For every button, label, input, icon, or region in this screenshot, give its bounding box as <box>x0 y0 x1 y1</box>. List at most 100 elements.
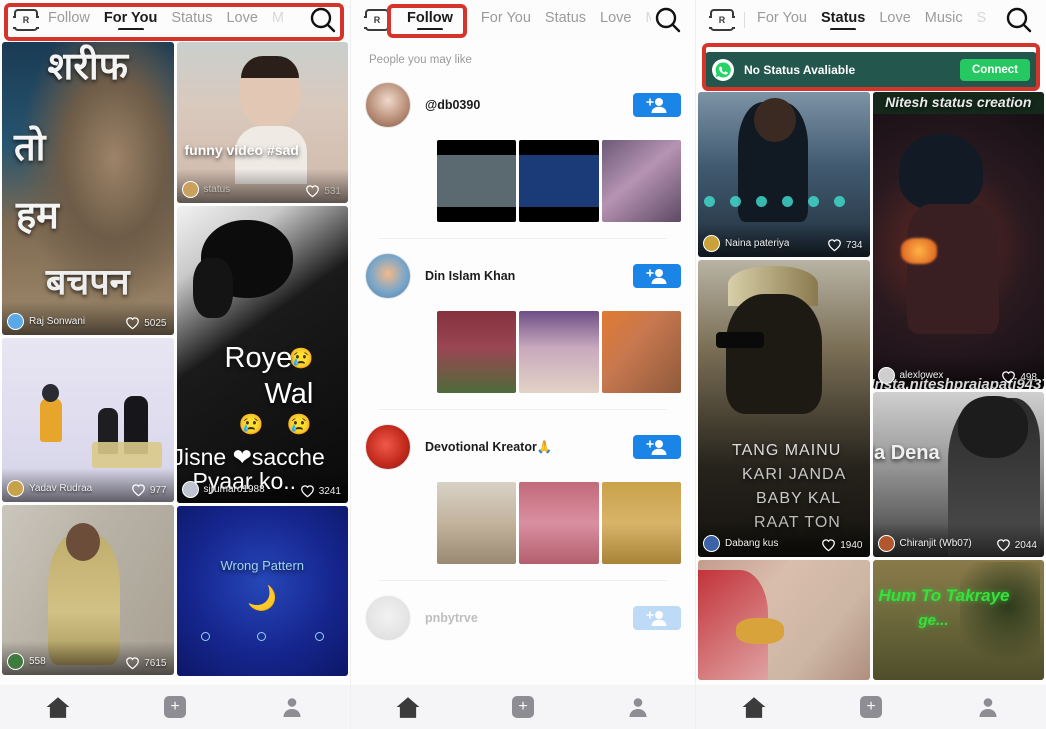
thumbnail[interactable] <box>601 482 681 564</box>
suggestion-thumbnails <box>437 140 681 222</box>
tab-for-you[interactable]: For You <box>757 10 807 30</box>
search-icon[interactable] <box>1004 5 1034 35</box>
card-caption-line-2: ge... <box>918 612 949 629</box>
add-friend-button[interactable] <box>633 93 681 117</box>
author-name: Yadav Rudraa <box>29 483 93 494</box>
card-caption-line-2: तो <box>14 127 46 169</box>
add-person-icon <box>646 440 667 455</box>
nav-profile[interactable] <box>580 695 695 719</box>
card-caption-line-1: Hum To Takraye <box>878 586 1010 605</box>
like-count-group[interactable]: 531 <box>305 184 341 198</box>
person-icon <box>629 698 647 717</box>
nav-home[interactable] <box>351 695 466 719</box>
nav-profile[interactable] <box>233 695 350 719</box>
card-tang-mainu[interactable]: TANG MAINU KARI JANDA BABY KAL RAAT TON … <box>698 260 870 557</box>
tab-status[interactable]: Status <box>545 10 586 30</box>
thumbnail[interactable] <box>437 482 517 564</box>
tab-for-you[interactable]: For You <box>481 10 531 30</box>
thumbnail[interactable] <box>601 311 681 393</box>
nav-create[interactable]: + <box>117 696 234 718</box>
card-wrong-pattern[interactable]: Wrong Pattern 🌙 <box>176 506 348 676</box>
tab-follow[interactable]: Follow <box>407 10 453 30</box>
whatsapp-icon <box>712 59 734 81</box>
card-caption-line-3: हम <box>16 195 59 237</box>
tab-s-partial[interactable]: S <box>977 10 987 30</box>
thumbnail[interactable] <box>519 311 599 393</box>
app-logo-icon[interactable]: R <box>364 9 390 31</box>
plus-icon: + <box>512 696 534 718</box>
panel-follow: R Follow For You Status Love M People yo… <box>350 0 696 729</box>
tab-love[interactable]: Love <box>879 10 910 30</box>
card-caption-jisne: Jisne ❤sacche <box>176 444 325 470</box>
search-icon[interactable] <box>308 5 338 35</box>
add-friend-button[interactable] <box>633 606 681 630</box>
like-count-group[interactable]: 7615 <box>125 656 167 670</box>
card-roye-wale[interactable]: Roye 😢 Wal 😢 😢 Jisne ❤sacche Pyaar ko.. … <box>176 206 348 503</box>
like-count: 3241 <box>318 485 341 497</box>
thumbnail[interactable] <box>519 140 599 222</box>
avatar[interactable] <box>365 82 411 128</box>
like-count-group[interactable]: 734 <box>827 238 863 252</box>
like-count-group[interactable]: 1940 <box>821 538 863 552</box>
card-la-dena[interactable]: la Dena Chiranjit (Wb07) 2044 <box>872 392 1044 557</box>
tab-music-partial[interactable]: M <box>645 10 651 30</box>
heart-icon <box>996 539 1010 552</box>
card-caption-wal: Wal <box>264 378 314 410</box>
tab-music[interactable]: Music <box>925 10 963 30</box>
thumbnail[interactable] <box>601 140 681 222</box>
card-bride[interactable] <box>698 560 870 680</box>
suggestion-item-1: @db0390 <box>351 72 695 243</box>
add-friend-button[interactable] <box>633 264 681 288</box>
suggestion-header: Devotional Kreator🙏 <box>365 424 681 470</box>
author-name: sirumaro1988 <box>203 484 265 495</box>
nav-create[interactable]: + <box>466 696 581 718</box>
avatar[interactable] <box>365 253 411 299</box>
app-logo-icon[interactable]: R <box>709 9 735 31</box>
add-friend-button[interactable] <box>633 435 681 459</box>
nav-profile[interactable] <box>929 695 1046 719</box>
like-count: 1940 <box>840 539 863 551</box>
card-caption-line-2: KARI JANDA <box>742 466 847 483</box>
nav-home[interactable] <box>696 695 813 719</box>
like-count-group[interactable]: 5025 <box>125 316 167 330</box>
card-naina[interactable]: Naina pateriya 734 <box>698 92 870 257</box>
add-person-icon <box>646 611 667 626</box>
tab-status[interactable]: Status <box>171 10 212 30</box>
moon-icon: 🌙 <box>247 585 278 612</box>
tab-for-you[interactable]: For You <box>104 10 157 30</box>
card-hum-to-takraye[interactable]: Hum To Takraye ge... <box>872 560 1044 680</box>
screenshot-stage: R Follow For You Status Love M शरीफ तो ह… <box>0 0 1046 729</box>
tab-status[interactable]: Status <box>821 10 865 30</box>
card-nitesh[interactable]: Nitesh status creation alexlowex 498 Ins… <box>872 92 1044 389</box>
nav-create[interactable]: + <box>813 696 930 718</box>
card-shareef-lion[interactable]: शरीफ तो हम बचपन Raj Sonwani 5025 <box>2 42 174 335</box>
home-icon <box>742 697 766 718</box>
avatar[interactable] <box>365 424 411 470</box>
connect-button[interactable]: Connect <box>960 59 1030 81</box>
like-count-group[interactable]: 498 <box>1001 370 1037 384</box>
search-icon[interactable] <box>653 5 683 35</box>
card-dance-wall[interactable]: 558 7615 <box>2 505 174 675</box>
card-caption-roye: Roye <box>224 342 293 374</box>
tab-love[interactable]: Love <box>226 10 257 30</box>
feed-column-right: funny video #sad status 531 Roye � <box>176 42 348 676</box>
tab-follow[interactable]: Follow <box>48 10 90 30</box>
thumbnail[interactable] <box>437 311 517 393</box>
thumbnail[interactable] <box>437 140 517 222</box>
like-count-group[interactable]: 977 <box>131 483 167 497</box>
like-count: 498 <box>1020 371 1037 383</box>
avatar[interactable] <box>365 595 411 641</box>
thumbnail[interactable] <box>519 482 599 564</box>
tab-love[interactable]: Love <box>600 10 631 30</box>
card-funny-video[interactable]: funny video #sad status 531 <box>176 42 348 203</box>
suggestion-username: pnbytrve <box>425 611 478 625</box>
app-logo-icon[interactable]: R <box>13 9 39 31</box>
like-count-group[interactable]: 3241 <box>300 484 341 498</box>
add-person-icon <box>646 269 667 284</box>
card-yadav-snow[interactable]: Yadav Rudraa 977 <box>2 338 174 502</box>
tab-music-partial[interactable]: M <box>272 10 284 30</box>
like-count: 531 <box>324 185 341 197</box>
nav-home[interactable] <box>0 695 117 719</box>
suggestion-item-3: Devotional Kreator🙏 <box>351 414 695 585</box>
like-count-group[interactable]: 2044 <box>996 538 1037 552</box>
